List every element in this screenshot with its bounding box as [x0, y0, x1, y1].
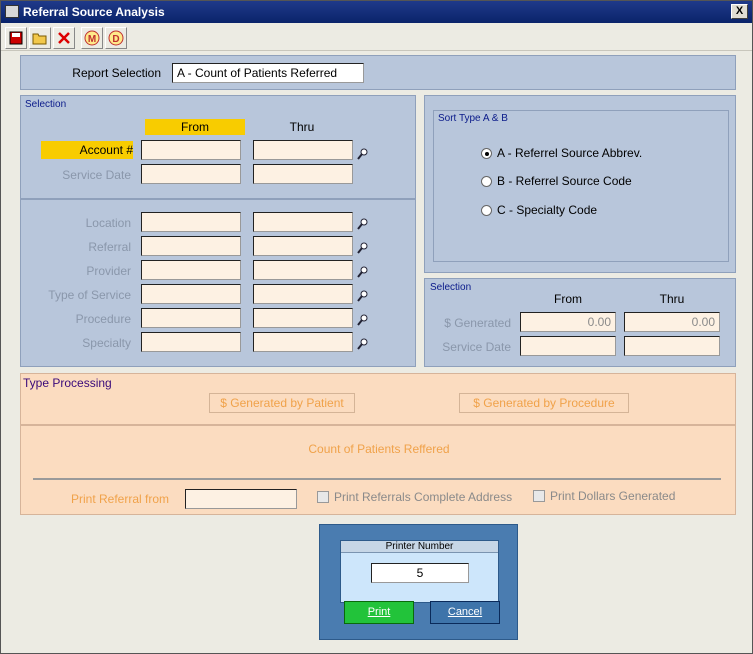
specialty-lookup-icon[interactable] — [357, 338, 369, 350]
d-icon[interactable]: D — [105, 27, 127, 49]
radio-icon — [481, 176, 492, 187]
selection2-panel: Selection From Thru $ Generated 0.00 0.0… — [424, 278, 736, 367]
account-thru-input[interactable] — [253, 140, 353, 160]
service-date-label: Service Date — [62, 168, 131, 182]
sort-option-c-label: C - Specialty Code — [497, 203, 598, 217]
service-date2-label: Service Date — [442, 340, 511, 354]
procedure-lookup-icon[interactable] — [357, 314, 369, 326]
provider-from-input[interactable] — [141, 260, 241, 280]
processing-options-panel: Count of Patients Reffered Print Referra… — [20, 425, 736, 515]
generated-thru-input[interactable]: 0.00 — [624, 312, 720, 332]
specialty-label: Specialty — [82, 336, 131, 350]
thru-header: Thru — [289, 120, 315, 134]
report-selection-label: Report Selection — [72, 66, 161, 80]
radio-selected-icon — [481, 148, 492, 159]
selection-panel: Selection From Thru Account # Service Da… — [20, 95, 416, 367]
location-lookup-icon[interactable] — [357, 218, 369, 230]
print-referral-from-label: Print Referral from — [71, 492, 170, 506]
provider-label: Provider — [86, 264, 131, 278]
selection2-title: Selection — [430, 282, 472, 293]
referral-thru-input[interactable] — [253, 236, 353, 256]
generated-label: $ Generated — [444, 316, 511, 330]
sort-option-a-label: A - Referrel Source Abbrev. — [497, 146, 643, 160]
referral-from-input[interactable] — [141, 236, 241, 256]
print-dollars-label: Print Dollars Generated — [550, 489, 676, 503]
provider-thru-input[interactable] — [253, 260, 353, 280]
save-icon[interactable] — [5, 27, 27, 49]
app-icon — [5, 5, 19, 18]
location-label: Location — [85, 216, 131, 230]
procedure-from-input[interactable] — [141, 308, 241, 328]
service-date2-from-input[interactable] — [520, 336, 616, 356]
selection-title: Selection — [25, 99, 67, 110]
account-label: Account # — [79, 143, 133, 157]
service-date2-thru-input[interactable] — [624, 336, 720, 356]
print-button[interactable]: Print — [344, 601, 414, 624]
report-selection-field[interactable]: A - Count of Patients Referred — [172, 63, 364, 83]
divider — [21, 198, 415, 200]
account-from-input[interactable] — [141, 140, 241, 160]
referral-lookup-icon[interactable] — [357, 242, 369, 254]
service-date-from-input[interactable] — [141, 164, 241, 184]
procedure-label: Procedure — [75, 312, 131, 326]
type-of-service-label: Type of Service — [48, 288, 131, 302]
m-label: M — [88, 34, 96, 45]
checkbox-icon — [533, 490, 545, 502]
close-button[interactable]: X — [731, 4, 748, 19]
procedure-thru-input[interactable] — [253, 308, 353, 328]
selection2-thru-header: Thru — [659, 292, 685, 306]
printer-box: Printer Number 5 Print Cancel — [319, 524, 518, 640]
print-referral-from-input[interactable] — [185, 489, 297, 509]
sort-type-panel: Sort Type A & B A - Referrel Source Abbr… — [424, 95, 736, 273]
toolbar: M D — [1, 25, 752, 51]
cancel-button[interactable]: Cancel — [430, 601, 500, 624]
print-dollars-checkbox[interactable]: Print Dollars Generated — [533, 489, 675, 503]
sort-option-c[interactable]: C - Specialty Code — [481, 203, 597, 217]
orange-divider — [33, 478, 721, 480]
window-title: Referral Source Analysis — [23, 5, 165, 19]
generated-from-input[interactable]: 0.00 — [520, 312, 616, 332]
location-thru-input[interactable] — [253, 212, 353, 232]
referral-label: Referral — [88, 240, 131, 254]
type-of-service-from-input[interactable] — [141, 284, 241, 304]
print-address-label: Print Referrals Complete Address — [334, 490, 513, 504]
type-processing-panel: Type Processing $ Generated by Patient $… — [20, 373, 736, 425]
specialty-thru-input[interactable] — [253, 332, 353, 352]
generated-by-procedure-button[interactable]: $ Generated by Procedure — [459, 393, 629, 413]
sort-type-title: Sort Type A & B — [438, 113, 508, 124]
sort-option-b[interactable]: B - Referrel Source Code — [481, 174, 632, 188]
provider-lookup-icon[interactable] — [357, 266, 369, 278]
type-processing-title: Type Processing — [23, 376, 112, 390]
checkbox-icon — [317, 491, 329, 503]
title-bar: Referral Source Analysis X — [1, 1, 752, 23]
m-icon[interactable]: M — [81, 27, 103, 49]
d-label: D — [112, 34, 119, 45]
printer-number-title: Printer Number — [341, 541, 498, 553]
printer-number-panel: Printer Number 5 — [340, 540, 499, 603]
specialty-from-input[interactable] — [141, 332, 241, 352]
type-of-service-lookup-icon[interactable] — [357, 290, 369, 302]
report-selection-panel: Report Selection A - Count of Patients R… — [20, 55, 736, 90]
service-date-thru-input[interactable] — [253, 164, 353, 184]
selection2-from-header: From — [554, 292, 582, 306]
sort-option-a[interactable]: A - Referrel Source Abbrev. — [481, 146, 642, 160]
location-from-input[interactable] — [141, 212, 241, 232]
sort-option-b-label: B - Referrel Source Code — [497, 174, 632, 188]
from-header: From — [145, 119, 245, 135]
generated-by-patient-button[interactable]: $ Generated by Patient — [209, 393, 355, 413]
cancel-x-icon[interactable] — [53, 27, 75, 49]
open-folder-icon[interactable] — [29, 27, 51, 49]
app-window: Referral Source Analysis X M D Report Se… — [0, 0, 753, 654]
mode-label: Count of Patients Reffered — [308, 442, 450, 456]
account-lookup-icon[interactable] — [357, 148, 369, 160]
type-of-service-thru-input[interactable] — [253, 284, 353, 304]
radio-icon — [481, 205, 492, 216]
print-address-checkbox[interactable]: Print Referrals Complete Address — [317, 490, 512, 504]
printer-number-input[interactable]: 5 — [371, 563, 469, 583]
